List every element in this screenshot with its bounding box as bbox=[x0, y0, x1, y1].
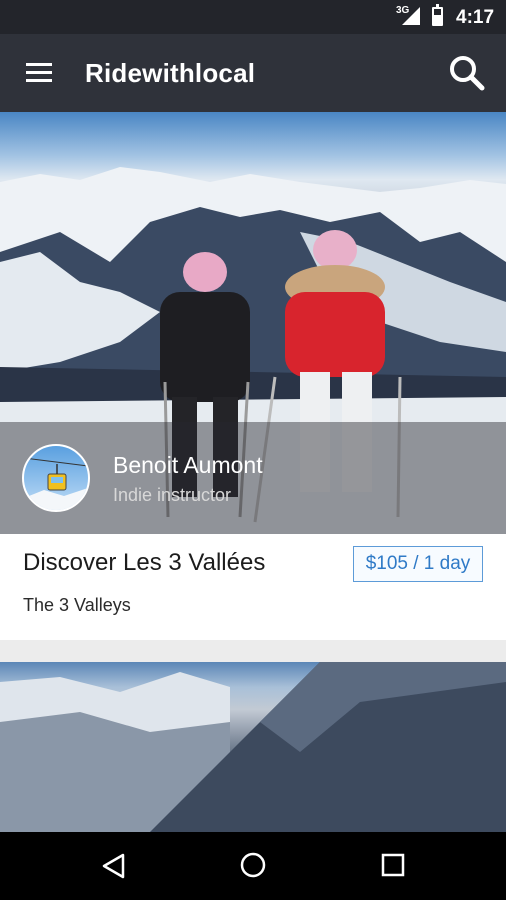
tour-title[interactable]: Discover Les 3 Vallées bbox=[23, 549, 265, 577]
menu-icon[interactable] bbox=[26, 63, 52, 83]
tour-location: The 3 Valleys bbox=[23, 595, 131, 615]
app-bar: Ridewithlocal bbox=[0, 34, 506, 112]
search-icon[interactable] bbox=[448, 54, 486, 92]
battery-icon bbox=[432, 4, 443, 26]
home-icon[interactable] bbox=[240, 852, 266, 878]
price-badge[interactable]: $105 / 1 day bbox=[353, 546, 483, 582]
status-bar: 3G 4:17 bbox=[0, 0, 506, 34]
recents-icon[interactable] bbox=[381, 853, 405, 877]
listing-card-2[interactable] bbox=[0, 662, 506, 832]
instructor-name[interactable]: Benoit Aumont bbox=[113, 452, 263, 479]
signal-icon bbox=[402, 7, 420, 25]
instructor-role: Indie instructor bbox=[113, 485, 232, 505]
status-time: 4:17 bbox=[456, 7, 495, 28]
back-icon[interactable] bbox=[100, 852, 126, 880]
listing-card[interactable]: Benoit Aumont Indie instructor Discover … bbox=[0, 112, 506, 640]
app-title: Ridewithlocal bbox=[85, 58, 256, 88]
instructor-avatar[interactable] bbox=[22, 444, 90, 512]
system-nav-bar bbox=[0, 832, 506, 900]
